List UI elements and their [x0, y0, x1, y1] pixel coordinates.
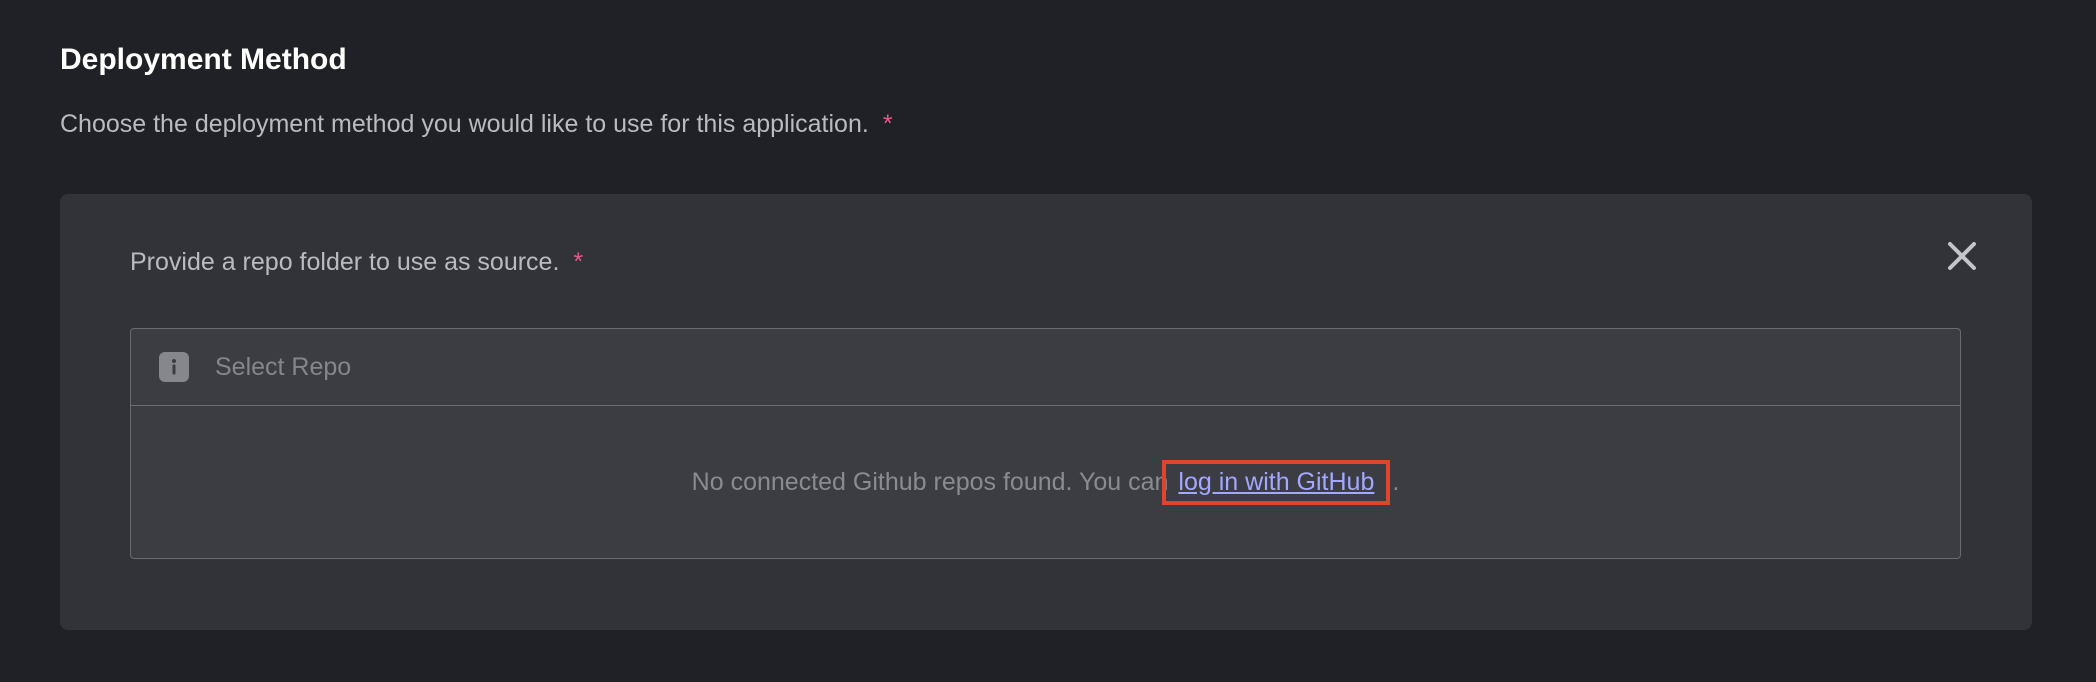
required-asterisk: * — [882, 110, 893, 138]
section-title: Deployment Method — [60, 43, 347, 76]
repo-selector: Select Repo No connected Github repos fo… — [130, 328, 1961, 559]
source-card: Provide a repo folder to use as source. *… — [60, 194, 2032, 630]
select-repo-field[interactable]: Select Repo — [131, 329, 1960, 406]
source-label-text: Provide a repo folder to use as source. — [130, 248, 560, 276]
page: Deployment Method Choose the deployment … — [0, 0, 2096, 682]
info-icon — [159, 352, 189, 382]
section-description: Choose the deployment method you would l… — [60, 106, 2036, 142]
section-description-text: Choose the deployment method you would l… — [60, 110, 869, 138]
source-label: Provide a repo folder to use as source. * — [130, 244, 583, 280]
empty-repos-text: No connected Github repos found. You can — [691, 467, 1169, 496]
github-login-link[interactable]: log in with GitHub — [1162, 459, 1391, 505]
close-icon — [1948, 242, 1976, 270]
close-button[interactable] — [1944, 238, 1980, 274]
empty-repos-trailing: . — [1392, 467, 1400, 496]
source-required-asterisk: * — [573, 248, 584, 276]
select-repo-placeholder: Select Repo — [215, 352, 352, 381]
empty-repos-message: No connected Github repos found. You can… — [131, 406, 1960, 558]
